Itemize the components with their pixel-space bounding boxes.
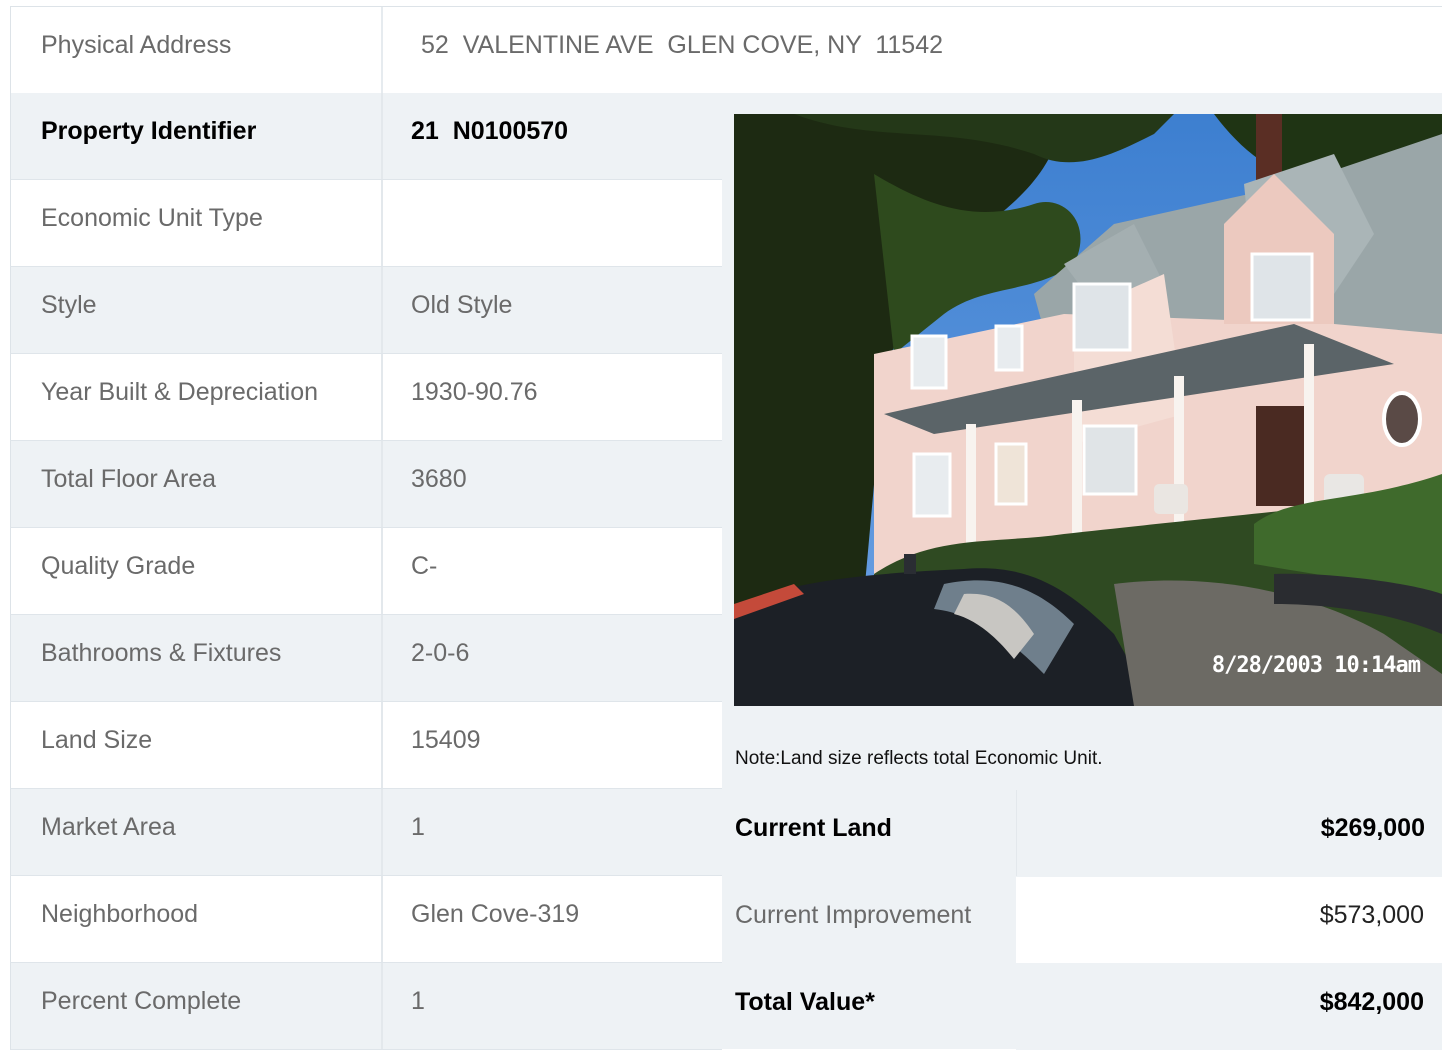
current-land-value: $269,000	[1320, 814, 1425, 842]
detail-label: Quality Grade	[41, 552, 196, 580]
current-improvement-value-cell: $573,000	[1016, 877, 1442, 963]
column-divider	[381, 963, 383, 1049]
detail-row-bathrooms: Bathrooms & Fixtures 2-0-6	[10, 615, 722, 702]
detail-row-style: Style Old Style	[10, 267, 722, 354]
column-divider	[381, 876, 383, 962]
column-divider	[381, 528, 383, 614]
total-value-row: Total Value* $842,000	[722, 964, 1442, 1050]
photo-and-values-panel: 8/28/2003 10:14am Note:Land size reflect…	[722, 93, 1442, 1050]
detail-value: 3680	[411, 465, 467, 493]
detail-row-land-size: Land Size 15409	[10, 702, 722, 789]
detail-label: Neighborhood	[41, 900, 199, 928]
detail-value: 21 N0100570	[411, 117, 569, 145]
detail-value: 1	[411, 813, 425, 841]
detail-value: 15409	[411, 726, 481, 754]
column-divider	[381, 441, 383, 527]
house-photo-illustration	[734, 114, 1442, 706]
property-photo: 8/28/2003 10:14am	[734, 114, 1442, 706]
column-divider	[381, 267, 383, 353]
physical-address-label: Physical Address	[41, 31, 232, 59]
physical-address-value: 52 VALENTINE AVE GLEN COVE, NY 11542	[421, 31, 943, 59]
detail-row-economic-unit-type: Economic Unit Type	[10, 180, 722, 267]
column-divider	[381, 93, 383, 179]
detail-row-neighborhood: Neighborhood Glen Cove-319	[10, 876, 722, 963]
current-improvement-label: Current Improvement	[735, 901, 972, 929]
detail-row-total-floor-area: Total Floor Area 3680	[10, 441, 722, 528]
photo-timestamp: 8/28/2003 10:14am	[1211, 653, 1421, 678]
property-details-table: Property Identifier 21 N0100570 Economic…	[10, 93, 722, 1050]
detail-row-market-area: Market Area 1	[10, 789, 722, 876]
physical-address-row: Physical Address 52 VALENTINE AVE GLEN C…	[10, 6, 1442, 94]
current-improvement-value: $573,000	[1319, 901, 1424, 929]
detail-label: Property Identifier	[41, 117, 257, 145]
detail-value: C-	[411, 552, 438, 580]
column-divider	[381, 7, 383, 93]
current-land-row: Current Land $269,000	[722, 790, 1442, 876]
detail-row-quality-grade: Quality Grade C-	[10, 528, 722, 615]
column-divider	[381, 354, 383, 440]
property-record-page: Physical Address 52 VALENTINE AVE GLEN C…	[0, 0, 1442, 1050]
detail-label: Bathrooms & Fixtures	[41, 639, 282, 667]
detail-label: Year Built & Depreciation	[41, 378, 319, 406]
total-value: $842,000	[1319, 988, 1424, 1016]
detail-label: Percent Complete	[41, 987, 242, 1015]
detail-label: Land Size	[41, 726, 153, 754]
detail-value: Old Style	[411, 291, 513, 319]
detail-value: 2-0-6	[411, 639, 470, 667]
total-value-cell: $842,000	[1016, 964, 1442, 1050]
detail-row-year-built: Year Built & Depreciation 1930-90.76	[10, 354, 722, 441]
current-land-label: Current Land	[735, 814, 892, 842]
total-value-label: Total Value*	[735, 988, 875, 1016]
detail-label: Economic Unit Type	[41, 204, 263, 232]
detail-value: Glen Cove-319	[411, 900, 580, 928]
detail-label: Market Area	[41, 813, 176, 841]
detail-row-percent-complete: Percent Complete 1	[10, 963, 722, 1050]
detail-value: 1	[411, 987, 425, 1015]
detail-label: Style	[41, 291, 97, 319]
detail-value: 1930-90.76	[411, 378, 538, 406]
column-divider	[381, 615, 383, 701]
detail-row-property-identifier: Property Identifier 21 N0100570	[10, 93, 722, 180]
current-land-value-cell: $269,000	[1016, 790, 1442, 876]
land-size-note: Note:Land size reflects total Economic U…	[735, 748, 1103, 769]
column-divider	[381, 702, 383, 788]
column-divider	[381, 180, 383, 266]
detail-label: Total Floor Area	[41, 465, 217, 493]
column-divider	[381, 789, 383, 875]
current-improvement-row: Current Improvement $573,000	[722, 877, 1442, 963]
